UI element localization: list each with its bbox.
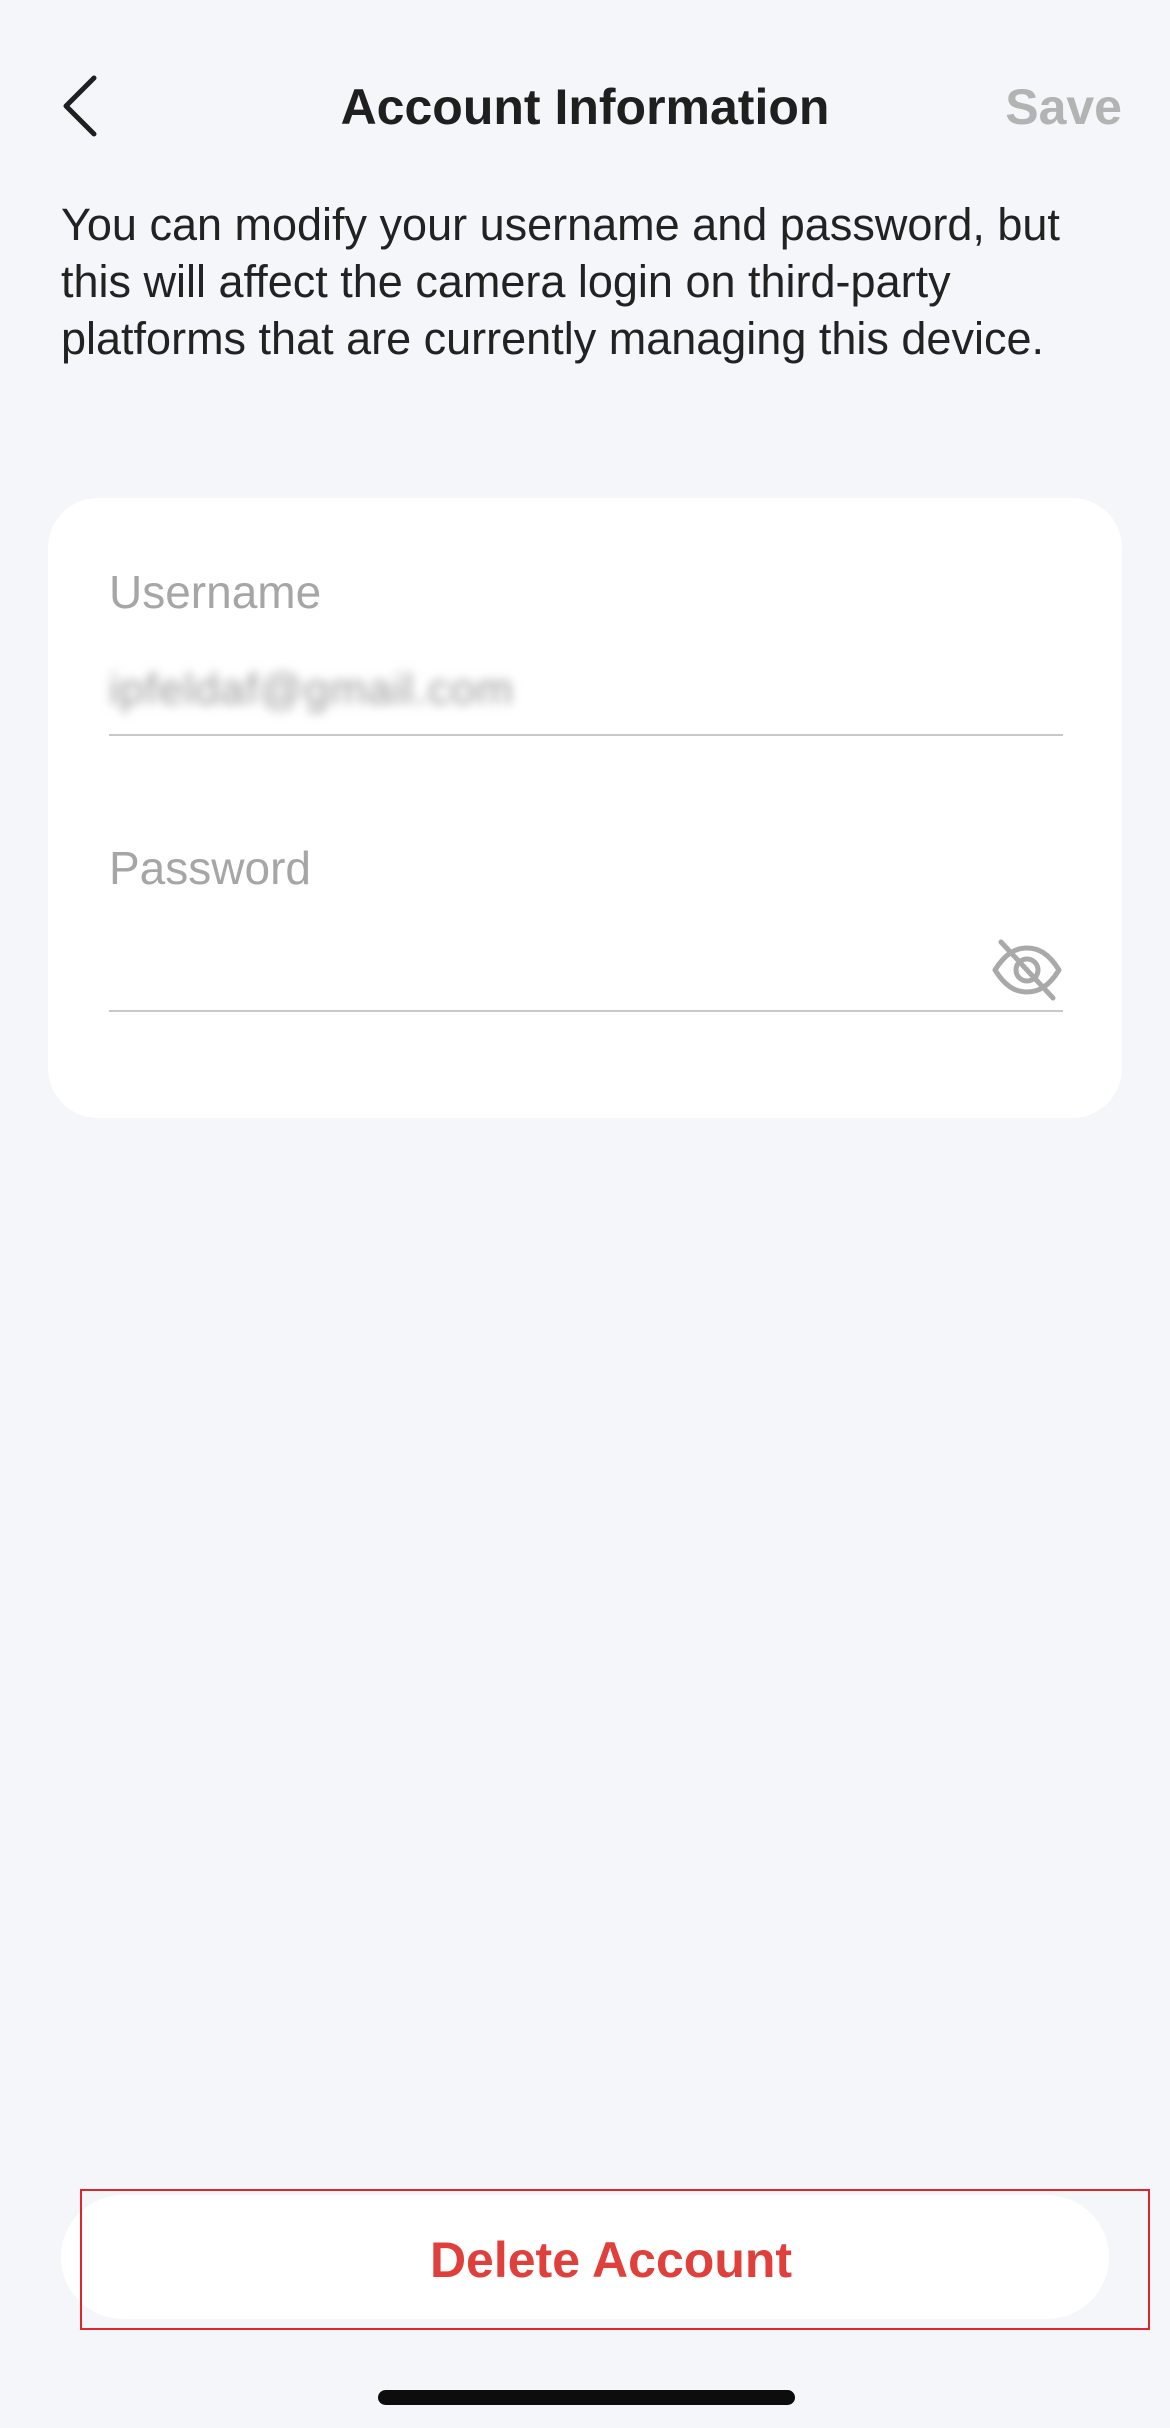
account-form-card: Username ipfeldaf@gmail.com Password <box>48 498 1122 1118</box>
delete-account-button[interactable]: Delete Account <box>80 2189 1150 2330</box>
delete-account-label: Delete Account <box>429 2231 793 2288</box>
password-input[interactable] <box>109 940 969 1000</box>
page-title: Account Information <box>340 79 830 135</box>
username-value: ipfeldaf@gmail.com <box>109 665 515 714</box>
password-visibility-toggle[interactable] <box>991 938 1063 1002</box>
username-field: Username ipfeldaf@gmail.com <box>109 564 1063 736</box>
save-button[interactable]: Save <box>1005 76 1122 138</box>
back-button[interactable] <box>50 66 110 146</box>
password-field: Password <box>109 840 1063 1012</box>
home-indicator <box>378 2390 795 2405</box>
eye-off-icon <box>992 939 1062 1001</box>
password-label: Password <box>109 842 311 894</box>
username-label: Username <box>109 566 322 618</box>
navigation-bar: Account Information Save <box>0 0 1170 215</box>
description-text: You can modify your username and passwor… <box>61 199 1060 364</box>
password-input-row <box>109 920 1063 1012</box>
username-input[interactable]: ipfeldaf@gmail.com <box>109 644 1063 736</box>
chevron-left-icon <box>63 75 97 137</box>
